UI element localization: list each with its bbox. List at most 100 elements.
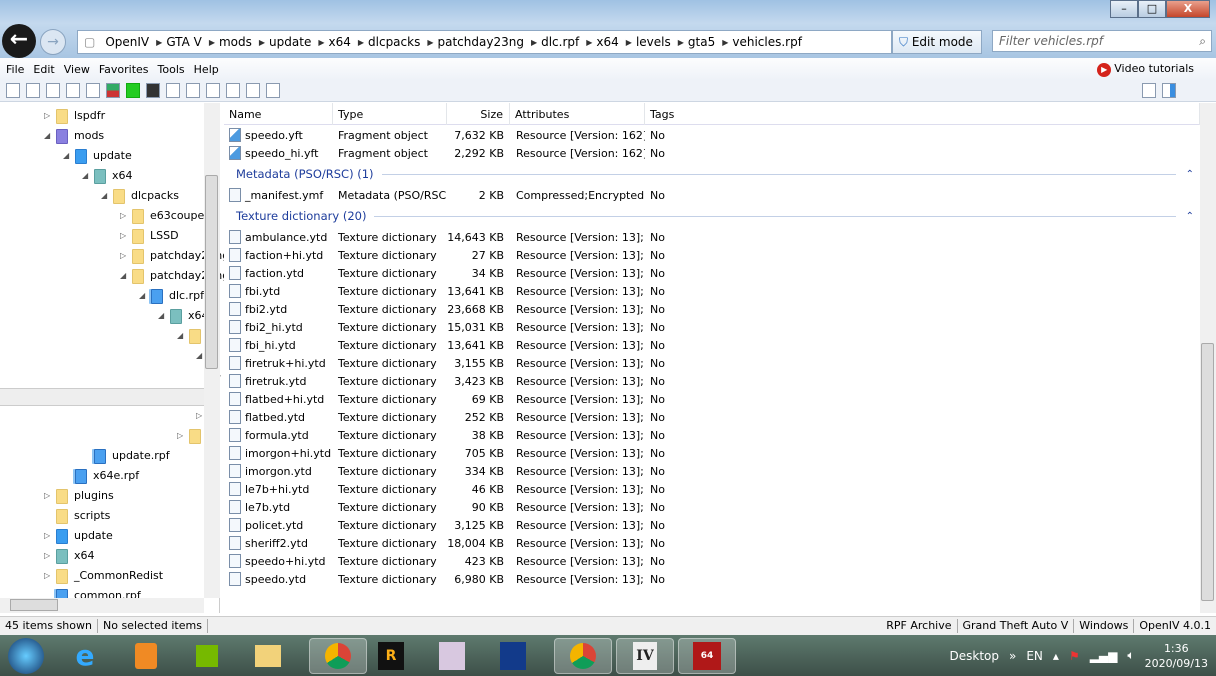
file-row[interactable]: firetruk.ytd Texture dictionary 3,423 KB Re… (224, 372, 1200, 390)
network-icon[interactable]: ▂▄▆ (1090, 649, 1118, 663)
breadcrumb-item[interactable]: levels (632, 35, 678, 49)
nvidia-icon[interactable] (187, 638, 227, 674)
filter-input[interactable]: Filter vehicles.rpf ⌕ (992, 30, 1212, 52)
folder-tree[interactable]: ▷ lspdfr ◢ mods ◢ update ◢ x64 ◢ dlcpacks ▷ e63coup… (0, 103, 229, 613)
tree-node[interactable]: x64e.rpf (63, 466, 139, 486)
tree-splitter[interactable] (0, 388, 205, 406)
video-tutorials-link[interactable]: ▶ Video tutorials (1097, 62, 1194, 77)
file-row[interactable]: policet.ytd Texture dictionary 3,125 KB Res… (224, 516, 1200, 534)
tree-node[interactable]: ◢ x64 (82, 166, 133, 186)
menu-view[interactable]: View (64, 63, 90, 76)
volume-icon[interactable]: 🔈︎ (1127, 648, 1134, 663)
tree-node[interactable]: ◢ dlc.rpf (139, 286, 204, 306)
file-row[interactable]: firetruk+hi.ytd Texture dictionary 3,155 K… (224, 354, 1200, 372)
collapse-chevron-icon[interactable]: ⌃ (1186, 211, 1194, 222)
forward-button[interactable]: → (40, 29, 66, 55)
file-row[interactable]: _manifest.ymf Metadata (PSO/RSC) 2 KB Compr… (224, 186, 1200, 204)
start-button[interactable] (8, 637, 44, 674)
file-row[interactable]: faction.ytd Texture dictionary 34 KB Resour… (224, 264, 1200, 282)
collapse-arrow-icon[interactable]: ◢ (44, 126, 56, 146)
file-row[interactable]: speedo_hi.yft Fragment object 2,292 KB Reso… (224, 144, 1200, 162)
expand-arrow-icon[interactable]: ▷ (44, 486, 56, 506)
file-row[interactable]: fbi_hi.ytd Texture dictionary 13,641 KB Res… (224, 336, 1200, 354)
expand-arrow-icon[interactable]: ▷ (120, 246, 132, 266)
search-icon[interactable]: ⌕ (1199, 31, 1206, 51)
column-attributes[interactable]: Attributes (510, 103, 645, 125)
column-tags[interactable]: Tags (645, 103, 1200, 125)
file-row[interactable]: speedo+hi.ytd Texture dictionary 423 KB Res… (224, 552, 1200, 570)
file-row[interactable]: ambulance.ytd Texture dictionary 14,643 KB… (224, 228, 1200, 246)
chevron-right-icon[interactable]: » (1009, 649, 1016, 663)
tree-node[interactable]: update.rpf (82, 446, 170, 466)
tree-node[interactable]: ▷ update (44, 526, 113, 546)
network-app-icon[interactable] (493, 638, 533, 674)
maximize-button[interactable]: □ (1138, 0, 1166, 18)
collapse-arrow-icon[interactable]: ◢ (139, 286, 151, 306)
tree-node[interactable]: ◢ mods (44, 126, 104, 146)
breadcrumb-item[interactable]: patchday23ng (434, 35, 531, 49)
file-row[interactable]: le7b.ytd Texture dictionary 90 KB Resource … (224, 498, 1200, 516)
app-64-icon[interactable]: 64 (678, 637, 736, 674)
close-button[interactable]: X (1166, 0, 1210, 18)
breadcrumb[interactable]: ▢ OpenIV ▶ GTA V ▶ mods ▶ update ▶ x64 ▶ dlcpacks ▶ p… (77, 30, 892, 54)
tree-node[interactable]: ▷ x64 (44, 546, 95, 566)
menu-help[interactable]: Help (194, 63, 219, 76)
breadcrumb-item[interactable]: dlc.rpf (537, 35, 586, 49)
breadcrumb-item[interactable]: gta5 (684, 35, 722, 49)
expand-arrow-icon[interactable]: ▷ (120, 206, 132, 226)
tree-node[interactable]: ▷ lspdfr (44, 106, 105, 126)
tree-node[interactable]: ▷ e63coupe (120, 206, 204, 226)
back-button[interactable]: ← (2, 24, 36, 58)
preview-icon[interactable] (166, 83, 180, 98)
chrome-icon[interactable] (309, 637, 367, 674)
collapse-chevron-icon[interactable]: ⌃ (1186, 169, 1194, 180)
collapse-arrow-icon[interactable]: ◢ (177, 326, 189, 346)
replace-icon[interactable] (266, 83, 280, 98)
collapse-arrow-icon[interactable]: ◢ (63, 146, 75, 166)
action-center-icon[interactable]: ⚑ (1069, 649, 1080, 663)
breadcrumb-item[interactable]: OpenIV (101, 35, 156, 49)
tree-node[interactable]: ▷ LSSD (120, 226, 179, 246)
expand-arrow-icon[interactable]: ▷ (120, 226, 132, 246)
tree-node[interactable]: ▷ plugins (44, 486, 114, 506)
rockstar-icon[interactable]: R (371, 638, 411, 674)
scroll-thumb[interactable] (205, 175, 218, 369)
language-indicator[interactable]: EN (1026, 649, 1043, 663)
expand-arrow-icon[interactable]: ▷ (44, 526, 56, 546)
file-row[interactable]: speedo.ytd Texture dictionary 6,980 KB Reso… (224, 570, 1200, 588)
column-size[interactable]: Size (447, 103, 510, 125)
clock[interactable]: 1:36 2020/09/13 (1145, 641, 1208, 671)
breadcrumb-item[interactable]: update (265, 35, 318, 49)
search-archive-icon[interactable] (46, 83, 60, 98)
desktop-toolbar[interactable]: Desktop (950, 649, 1000, 663)
breadcrumb-item[interactable]: mods (215, 35, 259, 49)
collapse-arrow-icon[interactable]: ◢ (158, 306, 170, 326)
breadcrumb-item[interactable]: x64 (592, 35, 625, 49)
new-file-icon[interactable] (6, 83, 20, 98)
file-explorer-icon[interactable] (248, 638, 288, 674)
file-row[interactable]: sheriff2.ytd Texture dictionary 18,004 KB R… (224, 534, 1200, 552)
run-icon[interactable] (126, 83, 140, 98)
collapse-arrow-icon[interactable]: ◢ (101, 186, 113, 206)
breadcrumb-item[interactable]: x64 (324, 35, 357, 49)
file-row[interactable]: imorgon+hi.ytd Texture dictionary 705 KB Re… (224, 444, 1200, 462)
tree-node[interactable]: scripts (44, 506, 110, 526)
list-vertical-scrollbar[interactable] (1200, 103, 1216, 613)
checklist-icon[interactable] (86, 83, 100, 98)
text-format-icon[interactable] (206, 83, 220, 98)
import-icon[interactable] (226, 83, 240, 98)
internet-explorer-icon[interactable]: e (65, 638, 105, 674)
group-header[interactable]: Texture dictionary (20) ⌃ (224, 206, 1200, 226)
tree-node[interactable]: ◢ dlcpacks (101, 186, 179, 206)
file-row[interactable]: le7b+hi.ytd Texture dictionary 46 KB Resour… (224, 480, 1200, 498)
file-row[interactable]: imorgon.ytd Texture dictionary 334 KB Resou… (224, 462, 1200, 480)
edit-mode-button[interactable]: ⛉ Edit mode (892, 30, 982, 54)
chrome-user-icon[interactable] (554, 637, 612, 674)
openiv-icon[interactable]: IV (616, 637, 674, 674)
save-icon[interactable] (146, 83, 160, 98)
file-row[interactable]: fbi.ytd Texture dictionary 13,641 KB Resour… (224, 282, 1200, 300)
expand-arrow-icon[interactable]: ▷ (44, 106, 56, 126)
collapse-arrow-icon[interactable]: ◢ (82, 166, 94, 186)
tree-node[interactable]: ◢ x64 (158, 306, 209, 326)
group-header[interactable]: Metadata (PSO/RSC) (1) ⌃ (224, 164, 1200, 184)
